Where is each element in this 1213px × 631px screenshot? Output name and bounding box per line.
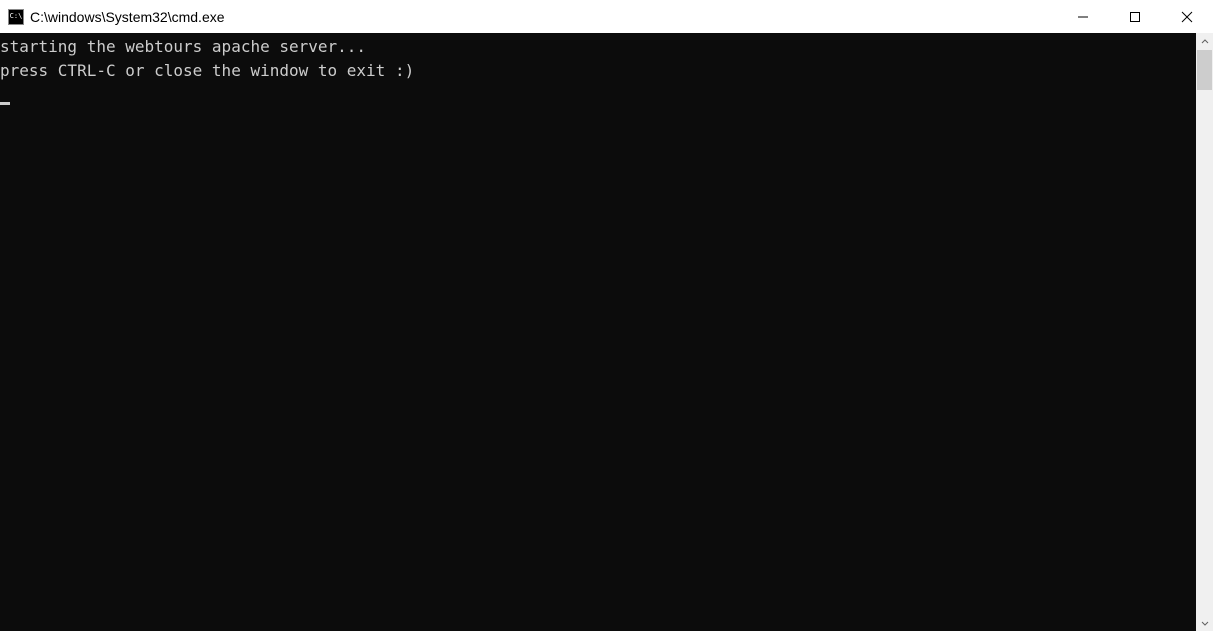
scroll-up-button[interactable] bbox=[1196, 33, 1213, 50]
scroll-thumb[interactable] bbox=[1197, 50, 1212, 90]
terminal-line-2: press CTRL-C or close the window to exit… bbox=[0, 59, 1196, 83]
terminal-cursor bbox=[0, 102, 10, 105]
chevron-down-icon bbox=[1201, 619, 1209, 627]
close-icon bbox=[1181, 11, 1193, 23]
minimize-icon bbox=[1077, 11, 1089, 23]
maximize-icon bbox=[1129, 11, 1141, 23]
scroll-track[interactable] bbox=[1196, 50, 1213, 614]
titlebar-left: C:\ C:\windows\System32\cmd.exe bbox=[0, 9, 225, 25]
close-button[interactable] bbox=[1161, 0, 1213, 33]
window-controls bbox=[1057, 0, 1213, 33]
terminal-line-1: starting the webtours apache server... bbox=[0, 35, 1196, 59]
window-titlebar: C:\ C:\windows\System32\cmd.exe bbox=[0, 0, 1213, 33]
cmd-icon: C:\ bbox=[8, 9, 24, 25]
scroll-down-button[interactable] bbox=[1196, 614, 1213, 631]
chevron-up-icon bbox=[1201, 38, 1209, 46]
minimize-button[interactable] bbox=[1057, 0, 1109, 33]
window-title: C:\windows\System32\cmd.exe bbox=[30, 9, 225, 25]
cmd-icon-text: C:\ bbox=[10, 13, 23, 20]
content-area: starting the webtours apache server...pr… bbox=[0, 33, 1213, 631]
terminal-output[interactable]: starting the webtours apache server...pr… bbox=[0, 33, 1196, 631]
vertical-scrollbar[interactable] bbox=[1196, 33, 1213, 631]
maximize-button[interactable] bbox=[1109, 0, 1161, 33]
